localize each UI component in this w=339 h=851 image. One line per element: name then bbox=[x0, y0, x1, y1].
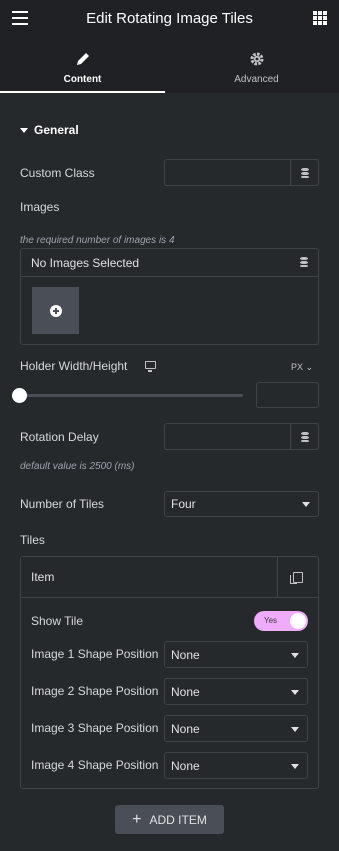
chevron-down-icon bbox=[291, 652, 299, 658]
custom-class-label: Custom Class bbox=[20, 166, 95, 180]
rotation-delay-label: Rotation Delay bbox=[20, 430, 99, 444]
database-icon[interactable] bbox=[300, 257, 308, 267]
holder-size-input[interactable] bbox=[256, 382, 319, 408]
custom-class-input[interactable] bbox=[164, 159, 319, 186]
tab-advanced[interactable]: Advanced bbox=[174, 36, 339, 93]
no-images-text: No Images Selected bbox=[31, 255, 140, 270]
panel-title: Edit Rotating Image Tiles bbox=[86, 9, 253, 27]
rotation-delay-input[interactable] bbox=[164, 423, 319, 450]
pencil-icon bbox=[76, 53, 89, 65]
image-3-position-label: Image 3 Shape Position bbox=[31, 721, 159, 735]
image-2-position-select[interactable]: None bbox=[164, 678, 308, 705]
grid-icon[interactable] bbox=[313, 11, 327, 25]
tiles-label: Tiles bbox=[20, 533, 45, 547]
chevron-down-icon bbox=[302, 502, 310, 507]
database-icon bbox=[300, 167, 309, 178]
number-of-tiles-label: Number of Tiles bbox=[20, 497, 105, 511]
plus-icon: + bbox=[132, 810, 142, 828]
image-1-position-label: Image 1 Shape Position bbox=[31, 647, 159, 661]
repeater-item-title: Item bbox=[31, 570, 55, 584]
duplicate-button[interactable] bbox=[277, 557, 318, 597]
holder-size-label: Holder Width/Height bbox=[20, 359, 128, 373]
dynamic-tags-button[interactable] bbox=[290, 424, 318, 449]
chevron-down-icon bbox=[291, 689, 299, 695]
plus-circle-icon bbox=[49, 304, 62, 317]
rotation-delay-note: default value is 2500 (ms) bbox=[20, 461, 135, 472]
chevron-down-icon bbox=[291, 763, 299, 769]
gallery-header: No Images Selected bbox=[21, 249, 318, 277]
tabs: Content Advanced bbox=[0, 36, 339, 93]
toggle-knob bbox=[290, 613, 306, 629]
slider-handle[interactable] bbox=[12, 388, 27, 403]
dynamic-tags-button[interactable] bbox=[290, 160, 318, 185]
caret-down-icon bbox=[20, 127, 28, 133]
add-images-button[interactable] bbox=[32, 287, 79, 334]
copy-icon bbox=[290, 571, 303, 584]
image-1-position-select[interactable]: None bbox=[164, 641, 308, 668]
chevron-down-icon bbox=[291, 726, 299, 732]
panel-header: Edit Rotating Image Tiles bbox=[0, 0, 339, 36]
add-item-label: ADD ITEM bbox=[149, 812, 207, 827]
show-tile-toggle[interactable]: Yes bbox=[254, 611, 308, 631]
section-general-toggle[interactable]: General bbox=[20, 123, 79, 137]
toggle-yes-text: Yes bbox=[264, 616, 278, 625]
holder-size-slider[interactable] bbox=[20, 394, 243, 397]
tab-content[interactable]: Content bbox=[0, 36, 165, 93]
image-gallery: No Images Selected bbox=[20, 248, 319, 345]
desktop-icon[interactable] bbox=[145, 361, 156, 372]
show-tile-label: Show Tile bbox=[31, 614, 84, 628]
number-of-tiles-value: Four bbox=[171, 497, 196, 511]
images-label: Images bbox=[20, 200, 60, 214]
select-value: None bbox=[171, 758, 200, 773]
select-value: None bbox=[171, 721, 200, 736]
add-item-button[interactable]: + ADD ITEM bbox=[115, 805, 224, 834]
image-4-position-label: Image 4 Shape Position bbox=[31, 758, 159, 772]
image-4-position-select[interactable]: None bbox=[164, 752, 308, 779]
repeater-item-header[interactable]: Item bbox=[21, 557, 318, 598]
select-value: None bbox=[171, 647, 200, 662]
unit-label: PX bbox=[290, 362, 303, 372]
unit-selector[interactable]: PX ⌄ bbox=[291, 362, 313, 373]
database-icon bbox=[300, 431, 309, 442]
number-of-tiles-select[interactable]: Four bbox=[164, 491, 319, 517]
image-2-position-label: Image 2 Shape Position bbox=[31, 684, 159, 698]
gear-icon bbox=[250, 52, 263, 66]
image-3-position-select[interactable]: None bbox=[164, 715, 308, 742]
tab-content-label: Content bbox=[63, 74, 102, 85]
hamburger-icon[interactable] bbox=[12, 11, 28, 25]
tab-advanced-label: Advanced bbox=[234, 74, 279, 85]
select-value: None bbox=[171, 684, 200, 699]
section-title: General bbox=[34, 123, 79, 137]
images-note: the required number of images is 4 bbox=[20, 235, 175, 246]
